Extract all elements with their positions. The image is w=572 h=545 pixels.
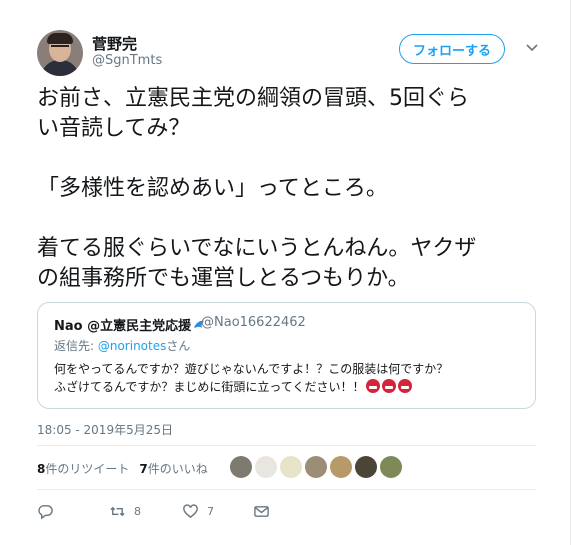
- retweet-stat[interactable]: 8件のリツイート: [37, 462, 129, 476]
- quoted-author-name-text: Nao @立憲民主党応援: [54, 319, 192, 334]
- reply-to-prefix: 返信先:: [54, 339, 98, 353]
- heart-icon: [183, 504, 198, 519]
- retweet-button[interactable]: 8: [109, 503, 141, 520]
- liker-avatar[interactable]: [230, 456, 252, 478]
- quoted-tweet-body: 何をやってるんですか？遊びじゃないんですよ！？この服装は何ですか？ ふざけてるん…: [54, 360, 524, 396]
- avatar-body: [41, 60, 79, 76]
- quoted-author-handle: @Nao16622462: [201, 315, 306, 330]
- reply-icon: [38, 505, 53, 520]
- quoted-author-name: Nao @立憲民主党応援: [54, 315, 205, 334]
- quoted-body-line: 何をやってるんですか？遊びじゃないんですよ！？この服装は何ですか？: [54, 362, 449, 376]
- like-stat-label: 件のいいね: [147, 462, 208, 476]
- tweet-line: お前さ、立憲民主党の綱領の冒頭、5回ぐら: [37, 86, 469, 111]
- liker-avatar[interactable]: [280, 456, 302, 478]
- like-stat[interactable]: 7件のいいね: [139, 462, 207, 476]
- liker-avatar[interactable]: [355, 456, 377, 478]
- follow-button[interactable]: フォローする: [399, 34, 505, 64]
- chevron-down-icon[interactable]: [525, 43, 539, 53]
- liker-avatar[interactable]: [330, 456, 352, 478]
- like-count: 7: [207, 505, 214, 518]
- tweet-line: 「多様性を認めあい」ってところ。: [37, 176, 388, 201]
- quoted-body-text: ふざけてるんですか？まじめに街頭に立ってください！！: [54, 380, 365, 394]
- reply-to-line: 返信先: @norinotesさん: [54, 337, 190, 354]
- tweet-line: の組事務所でも運営しとるつもりか。: [37, 266, 410, 291]
- author-name[interactable]: 菅野完: [92, 33, 137, 54]
- quoted-tweet[interactable]: Nao @立憲民主党応援 @Nao16622462 返信先: @norinote…: [37, 302, 536, 409]
- tweet-actions: 8 7: [37, 500, 537, 524]
- tweet-card: 菅野完 @SgnTmts フォローする お前さ、立憲民主党の綱領の冒頭、5回ぐら…: [0, 0, 571, 545]
- retweet-stat-label: 件のリツイート: [45, 462, 130, 476]
- tweet-line: 着てる服ぐらいでなにいうとんねん。ヤクザ: [37, 236, 477, 261]
- liker-avatar[interactable]: [380, 456, 402, 478]
- divider: [37, 445, 536, 446]
- tweet-text: お前さ、立憲民主党の綱領の冒頭、5回ぐら い音読してみ？ 「多様性を認めあい」っ…: [37, 84, 537, 294]
- liker-avatar[interactable]: [305, 456, 327, 478]
- author-avatar[interactable]: [37, 30, 83, 76]
- reply-to-suffix: さん: [166, 339, 191, 353]
- divider: [37, 489, 536, 490]
- tweet-timestamp[interactable]: 18:05 - 2019年5月25日: [37, 421, 173, 438]
- reply-to-user[interactable]: @norinotes: [98, 339, 167, 353]
- direct-message-button[interactable]: [253, 503, 270, 520]
- like-button[interactable]: 7: [182, 503, 214, 520]
- angry-face-icon: [366, 379, 381, 393]
- liker-avatar[interactable]: [255, 456, 277, 478]
- angry-face-icon: [382, 379, 397, 393]
- author-handle[interactable]: @SgnTmts: [92, 53, 162, 68]
- avatar-glasses: [51, 45, 69, 51]
- mail-icon: [254, 506, 269, 517]
- angry-face-icon: [398, 379, 413, 393]
- liker-avatars: [230, 456, 402, 478]
- like-stat-count: 7: [139, 462, 148, 476]
- engagement-stats: 8件のリツイート 7件のいいね: [37, 460, 208, 477]
- reply-button[interactable]: [37, 503, 54, 520]
- tweet-line: い音読してみ？: [37, 116, 191, 141]
- avatar-hair: [47, 33, 73, 44]
- retweet-icon: [110, 506, 125, 517]
- quoted-body-line-2: ふざけてるんですか？まじめに街頭に立ってください！！: [54, 378, 524, 396]
- retweet-count: 8: [134, 505, 141, 518]
